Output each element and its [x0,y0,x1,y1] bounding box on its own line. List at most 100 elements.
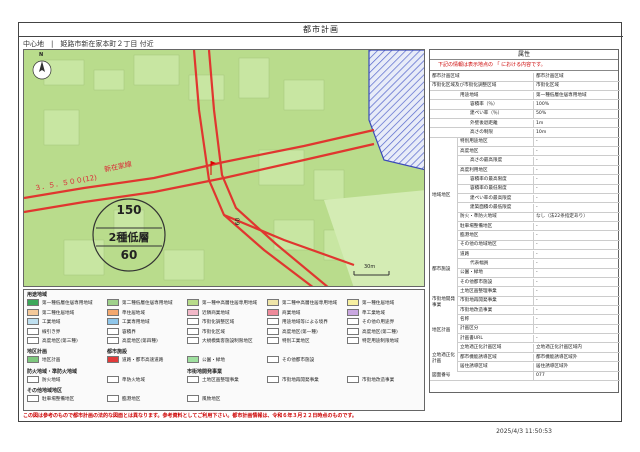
legend-label: 準住居地域 [122,310,145,316]
attribute-value: - [533,334,538,344]
attribute-row: 容積率（％） 100% [430,101,620,110]
legend-item-fire: 準防火地域 [107,376,145,385]
legend-item-facility: 公園・緑地 [187,356,225,365]
legend-item-zone: 高度地区(第一種) [267,327,318,337]
legend-item-fire: 市街地改造事業 [347,376,394,385]
attribute-row: 公園・緑地 - [430,269,620,279]
legend-label: 公園・緑地 [202,358,225,363]
attribute-value: - [533,194,538,204]
legend-swatch [347,337,359,344]
attribute-key: 公園・緑地 [460,270,483,276]
legend-label: その他都市施設 [282,358,315,363]
attribute-key: 市街化区域及び市街化調整区域 [432,83,497,89]
attribute-value: 077 [533,372,545,381]
legend-section-fire: 防火地域・準防火地域 [27,369,78,375]
attribute-value: 居住誘導区域外 [533,362,568,372]
attribute-row: 高度地区 - [430,147,620,157]
attribute-row: 市街地改造事業 - [430,306,620,316]
attribute-row: 都市計画区域 都市計画区域 [430,73,620,82]
legend-item-zone: 容積界 [107,327,136,337]
legend-label: 工業専用地域 [122,320,150,325]
attribute-value: - [533,231,538,241]
attribute-key: 防火・準防火地域 [460,214,497,220]
attribute-key: 臨港地区 [460,232,479,238]
legend-item-fire: 防火地域 [27,376,60,385]
attribute-row: 道路 - [430,250,620,260]
legend-swatch [187,327,199,335]
attribute-row: 容積率の最低限度 - [430,185,620,194]
attribute-value: - [533,222,538,232]
legend-section-facilities: 都市施設 [107,349,128,355]
legend-label: 第二種中高層住居専用地域 [282,301,338,306]
legend-item-zone: 工業専用地域 [107,318,150,327]
attribute-row: その他の地域地区 - [430,241,620,250]
attribute-key: 高さの最高限度 [470,158,503,164]
legend-swatch [107,308,119,316]
legend-swatch [27,318,39,325]
attribute-row: 計画区分 - [430,325,620,335]
legend-label: 線引き界 [42,329,61,335]
attribute-row: 外壁後退距離 1m [430,119,620,129]
attribute-value: - [533,147,538,157]
legend-item-facility: 道路・都市高速道路 [107,356,163,365]
legend-label: 風致地区 [202,397,221,402]
attribute-value: - [533,306,538,316]
zone-name-label: 2種低層 [108,231,150,244]
attribute-key: 容積率（％） [470,102,498,108]
city-plan-map[interactable]: 150 2種低層 60 ３．５．５００(12) 新在家線 60 30m N [23,49,425,287]
legend-item-zone: 線引き界 [27,327,61,337]
legend-swatch [267,337,279,344]
attribute-key: 容積率の最低限度 [470,186,507,192]
print-timestamp: 2025/4/3 11:50:53 [496,428,552,435]
legend-swatch [27,395,39,402]
attribute-row: 計画書URL - [430,334,620,344]
legend-item-zone: 第一種中高層住居専用地域 [187,299,257,308]
legend-item-fire: 土地区画整理事業 [187,376,239,385]
legend-item-zone: 大規模集客施設制限地区 [187,337,253,346]
legend-swatch [347,299,359,306]
legend-item-zone: 第二種中高層住居専用地域 [267,299,337,308]
attribute-key: 居住誘導区域 [460,363,488,369]
attribute-value: - [533,185,538,194]
legend-swatch [347,318,359,325]
legend-item-other: 風致地区 [187,395,220,404]
legend-item-other: 臨港地区 [107,395,140,404]
legend-label: 高度地区(第二種) [362,329,398,335]
attribute-group-label: 立地適正化計画 [430,344,458,373]
attribute-key: その他の地域地区 [460,242,497,248]
legend-label: 市街地改造事業 [362,378,395,383]
legend-item-zone: 商業地域 [267,308,301,318]
legend-item-zone: 特定用途制限地域 [347,337,399,346]
legend-label: 商業地域 [282,310,301,316]
attribute-row: 図面番号 077 [430,372,620,381]
legend-label: 地区計画 [42,358,61,363]
legend-label: 第一種中高層住居専用地域 [202,301,258,306]
print-page: 都市計画 中心地 | 姫路市新在家本町２丁目 付近 150 2種低層 60 ３．… [18,22,623,435]
legend-swatch [107,337,119,344]
legend-label: 特定用途制限地域 [362,339,399,344]
legend-section-development: 市街地開発事業 [187,369,223,375]
attribute-value: 立地適正化計画区域内 [533,344,582,353]
legend-swatch [187,308,199,316]
attribute-row: その他都市施設 - [430,278,620,288]
legend-item-zone: 第二種低層住居専用地域 [107,299,173,308]
legend-item-zone: 第一種住居地域 [347,299,394,308]
legend-swatch [267,308,279,316]
attribute-value: - [533,278,538,288]
legend-label: 高度地区(第四種) [122,339,158,344]
disclaimer-note: この図は参考のもので都市計画の法的な図面とは異なります。参考資料としてご利用下さ… [23,413,357,419]
attribute-value: - [533,325,538,335]
attribute-key: 名称 [460,317,470,323]
legend-item-zone: 工業地域 [27,318,60,327]
legend-swatch [107,395,119,402]
attribute-value: 1m [533,119,543,129]
attribute-row: 駐車場整備地区 - [430,222,620,232]
legend-label: 高度地区(第三種) [42,339,78,344]
legend-swatch [267,327,279,335]
attribute-value: 第一種低層住居専用地域 [533,91,587,101]
legend-label: 臨港地区 [122,397,141,402]
zone-height-label: 60 [120,248,138,262]
attribute-key: 計画書URL [460,335,483,341]
legend-item-zone: 第二種住居地域 [27,308,74,318]
legend-label: 市街化区域 [202,329,225,335]
